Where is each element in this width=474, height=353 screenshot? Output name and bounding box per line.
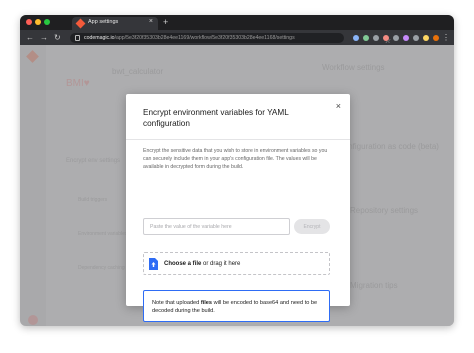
- close-window-button[interactable]: [26, 19, 32, 25]
- modal-description: Encrypt the sensitive data that you wish…: [143, 148, 328, 170]
- extension-icon[interactable]: [403, 35, 409, 41]
- extension-icon[interactable]: [423, 35, 429, 41]
- maximize-window-button[interactable]: [44, 19, 50, 25]
- extension-icon[interactable]: [413, 35, 419, 41]
- codemagic-favicon-icon: [75, 18, 86, 29]
- browser-window: App settings × + ← → ↻ codemagic.io/app/…: [20, 15, 454, 326]
- file-upload-icon: [149, 258, 158, 270]
- minimize-window-button[interactable]: [35, 19, 41, 25]
- profile-avatar[interactable]: [433, 35, 439, 41]
- note-text: Note that uploaded files will be encoded…: [152, 300, 318, 314]
- new-tab-button[interactable]: +: [163, 16, 168, 28]
- tab-bar: App settings × +: [20, 15, 454, 30]
- browser-menu-icon[interactable]: ⋮: [442, 30, 450, 45]
- file-dropzone[interactable]: Choose a file or drag it here: [143, 252, 330, 275]
- address-bar[interactable]: codemagic.io/app/5e3f20f35303b28e4ee1169…: [70, 33, 391, 45]
- browser-toolbar: ← → ↻ codemagic.io/app/5e3f20f35303b28e4…: [20, 30, 454, 45]
- lock-icon: [75, 35, 80, 41]
- modal-title: Encrypt environment variables for YAML c…: [143, 108, 289, 128]
- tab-title: App settings: [88, 19, 119, 25]
- extension-icon[interactable]: [363, 35, 369, 41]
- forward-button[interactable]: →: [40, 32, 48, 43]
- extension-icon[interactable]: [393, 35, 399, 41]
- url-text: codemagic.io/app/5e3f20f35303b28e4ee1169…: [84, 34, 295, 41]
- close-icon[interactable]: ×: [336, 101, 341, 111]
- extension-icon[interactable]: [373, 35, 379, 41]
- dropzone-text: Choose a file or drag it here: [164, 261, 241, 267]
- encrypt-button[interactable]: Encrypt: [294, 219, 330, 234]
- extension-icon[interactable]: [353, 35, 359, 41]
- encrypt-variables-modal: Encrypt environment variables for YAML c…: [126, 94, 350, 322]
- variable-value-input[interactable]: [143, 218, 290, 235]
- reload-button[interactable]: ↻: [54, 32, 61, 43]
- back-button[interactable]: ←: [26, 32, 34, 43]
- modal-divider: [126, 139, 350, 140]
- tab-app-settings[interactable]: App settings ×: [72, 17, 158, 30]
- tab-close-icon[interactable]: ×: [149, 18, 153, 25]
- base64-note: Note that uploaded files will be encoded…: [143, 290, 330, 322]
- extension-icon[interactable]: [383, 35, 389, 41]
- choose-file-link[interactable]: Choose a file: [164, 261, 201, 267]
